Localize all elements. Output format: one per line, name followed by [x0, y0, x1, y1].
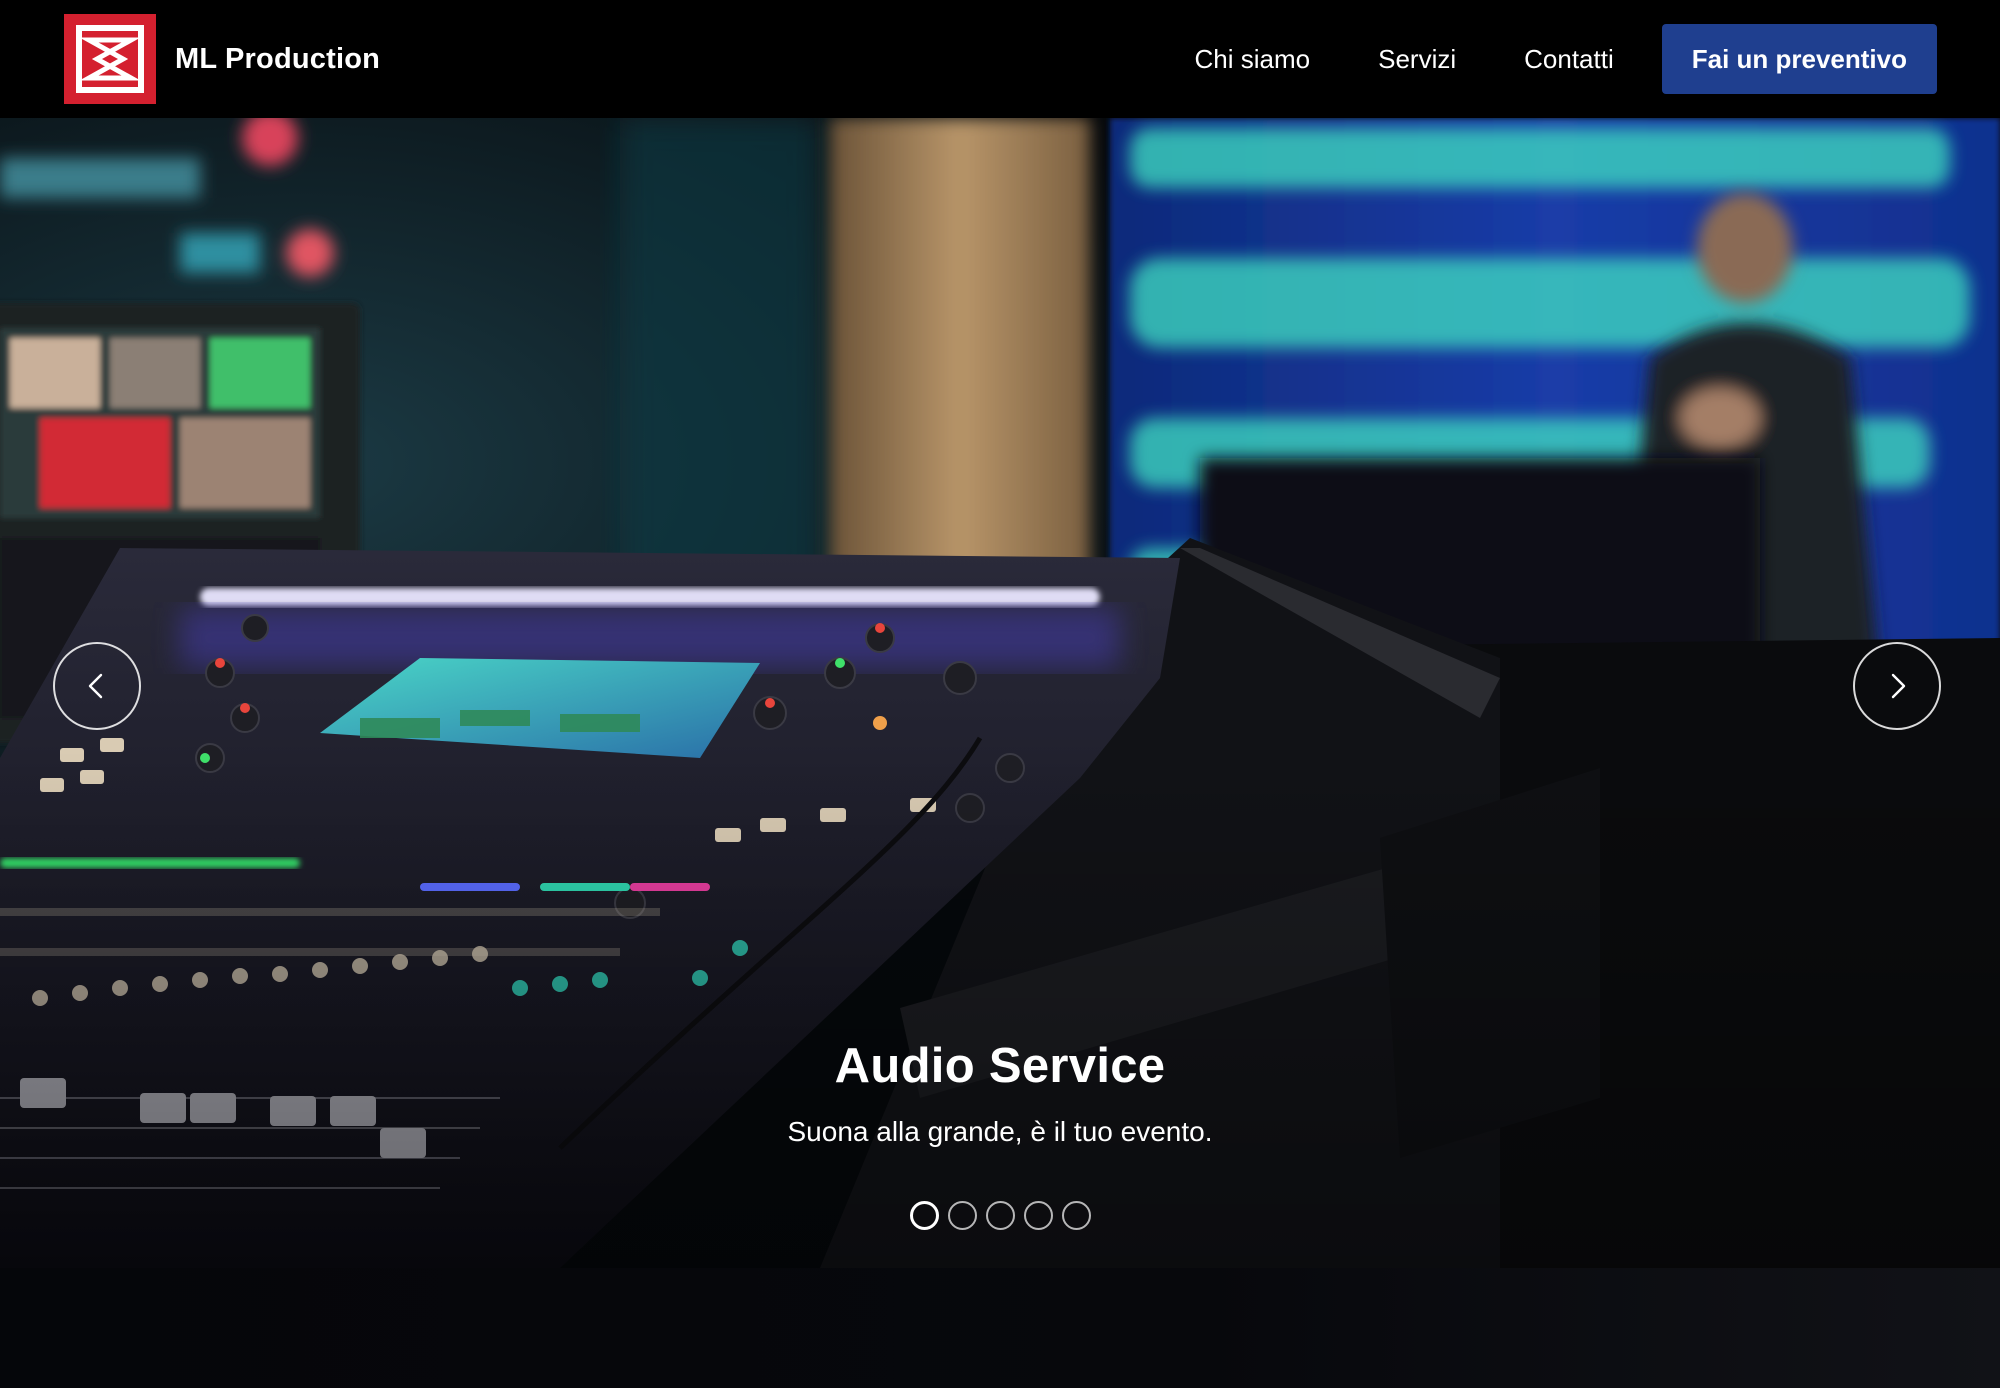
slide-caption: Audio Service Suona alla grande, è il tu…: [0, 1038, 2000, 1148]
page-section-below-hero: [0, 1268, 2000, 1388]
carousel-next-button[interactable]: [1853, 642, 1941, 730]
chevron-left-icon: [88, 673, 103, 699]
nav-link-chi-siamo[interactable]: Chi siamo: [1195, 44, 1311, 75]
nav-links: Chi siamo Servizi Contatti Fai un preven…: [1195, 24, 1937, 94]
brand-name[interactable]: ML Production: [175, 43, 380, 76]
carousel-indicator-1[interactable]: [909, 1201, 939, 1230]
quote-button[interactable]: Fai un preventivo: [1661, 24, 1937, 94]
navbar: ML Production Chi siamo Servizi Contatti…: [0, 0, 2000, 118]
carousel-indicator-3[interactable]: [985, 1201, 1015, 1230]
chevron-right-icon: [1891, 673, 1906, 699]
hero-carousel: Audio Service Suona alla grande, è il tu…: [0, 118, 2000, 1268]
carousel-indicators: [0, 1201, 2000, 1230]
nav-link-servizi[interactable]: Servizi: [1378, 44, 1456, 75]
carousel-prev-button[interactable]: [53, 642, 141, 730]
slide-title: Audio Service: [834, 1039, 1166, 1093]
carousel-indicator-2[interactable]: [947, 1201, 977, 1230]
slide-subtitle: Suona alla grande, è il tuo evento.: [787, 1116, 1213, 1147]
carousel-indicator-5[interactable]: [1061, 1201, 1091, 1230]
brand[interactable]: ML Production: [64, 14, 380, 104]
nav-link-contatti[interactable]: Contatti: [1524, 44, 1614, 75]
carousel-indicator-4[interactable]: [1023, 1201, 1053, 1230]
play-triangle-logo-icon[interactable]: [64, 14, 156, 104]
